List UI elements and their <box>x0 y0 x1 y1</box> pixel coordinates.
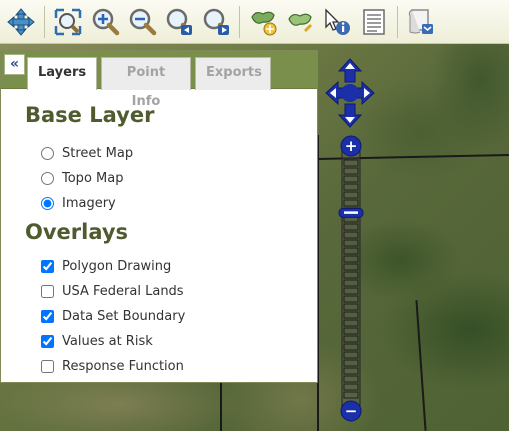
zoom-extent-icon <box>54 8 82 35</box>
layer-panel: « Layers Point Info Exports Base Layer S… <box>0 50 318 383</box>
add-polygon-icon <box>251 11 277 35</box>
option-label: Imagery <box>62 196 116 211</box>
identify-button[interactable] <box>320 5 354 39</box>
tab-point-info[interactable]: Point Info <box>101 57 191 109</box>
base-layer-title: Base Layer <box>25 103 155 127</box>
topo-map-radio[interactable] <box>41 172 54 185</box>
zoom-out-label: − <box>345 402 358 420</box>
option-label: Topo Map <box>62 171 124 186</box>
table-view-button[interactable] <box>357 5 391 39</box>
list-icon <box>363 8 385 35</box>
export-map-button[interactable] <box>404 5 438 39</box>
zoom-in-button[interactable]: + <box>340 135 362 157</box>
map-toolbar <box>0 0 509 44</box>
usa-federal-lands-checkbox[interactable] <box>41 285 54 298</box>
overlay-option[interactable]: USA Federal Lands <box>25 279 317 304</box>
zoom-next-button[interactable] <box>199 5 233 39</box>
edit-polygon-button[interactable] <box>283 5 317 39</box>
overlay-option[interactable]: Response Function <box>25 354 317 379</box>
zoom-out-icon <box>129 8 157 35</box>
zoom-in-label: + <box>345 137 358 155</box>
option-label: Data Set Boundary <box>62 309 186 324</box>
zoom-out-button[interactable] <box>125 5 159 39</box>
map-boundary-line <box>220 383 222 431</box>
zoom-previous-icon <box>166 8 192 35</box>
overlay-option[interactable]: Values at Risk <box>25 329 317 354</box>
collapse-panel-button[interactable]: « <box>4 54 25 75</box>
panel-tab-bar: « Layers Point Info Exports <box>1 51 317 109</box>
pan-tool-button[interactable] <box>4 5 38 39</box>
layers-tab-content: Base Layer Street Map Topo Map Imagery O… <box>1 89 317 379</box>
option-label: Polygon Drawing <box>62 259 172 274</box>
zoom-previous-button[interactable] <box>162 5 196 39</box>
zoom-next-icon <box>203 8 229 35</box>
option-label: Values at Risk <box>62 334 153 349</box>
tab-layers[interactable]: Layers <box>27 57 97 90</box>
pan-center <box>341 84 359 102</box>
toolbar-separator <box>239 5 240 38</box>
response-function-checkbox[interactable] <box>41 360 54 373</box>
zoom-extent-button[interactable] <box>51 5 85 39</box>
base-layer-option[interactable]: Street Map <box>25 141 317 166</box>
toolbar-separator <box>397 5 398 38</box>
zoom-in-button[interactable] <box>88 5 122 39</box>
zoom-slider[interactable]: + − <box>338 134 364 424</box>
map-boundary-line <box>415 300 427 431</box>
zoom-slider-handle[interactable] <box>338 207 364 218</box>
polygon-drawing-checkbox[interactable] <box>41 260 54 273</box>
pan-down-button[interactable] <box>337 103 363 128</box>
option-label: Street Map <box>62 146 134 161</box>
overlay-option[interactable]: Data Set Boundary <box>25 304 317 329</box>
street-map-radio[interactable] <box>41 147 54 160</box>
export-map-icon <box>408 8 433 34</box>
pan-up-button[interactable] <box>337 58 363 83</box>
edit-polygon-icon <box>288 13 313 32</box>
identify-icon <box>325 7 350 35</box>
base-layer-option[interactable]: Imagery <box>25 191 317 216</box>
overlay-option[interactable]: Polygon Drawing <box>25 254 317 279</box>
pan-control <box>325 58 375 128</box>
option-label: Response Function <box>62 359 184 374</box>
tab-exports[interactable]: Exports <box>195 57 271 90</box>
toolbar-separator <box>44 5 45 38</box>
overlays-title: Overlays <box>25 220 129 244</box>
data-set-boundary-checkbox[interactable] <box>41 310 54 323</box>
option-label: USA Federal Lands <box>62 284 184 299</box>
add-polygon-button[interactable] <box>246 5 280 39</box>
zoom-in-icon <box>92 8 120 35</box>
base-layer-option[interactable]: Topo Map <box>25 166 317 191</box>
zoom-out-button[interactable]: − <box>340 400 362 422</box>
values-at-risk-checkbox[interactable] <box>41 335 54 348</box>
imagery-radio[interactable] <box>41 197 54 210</box>
pan-icon <box>7 7 35 36</box>
